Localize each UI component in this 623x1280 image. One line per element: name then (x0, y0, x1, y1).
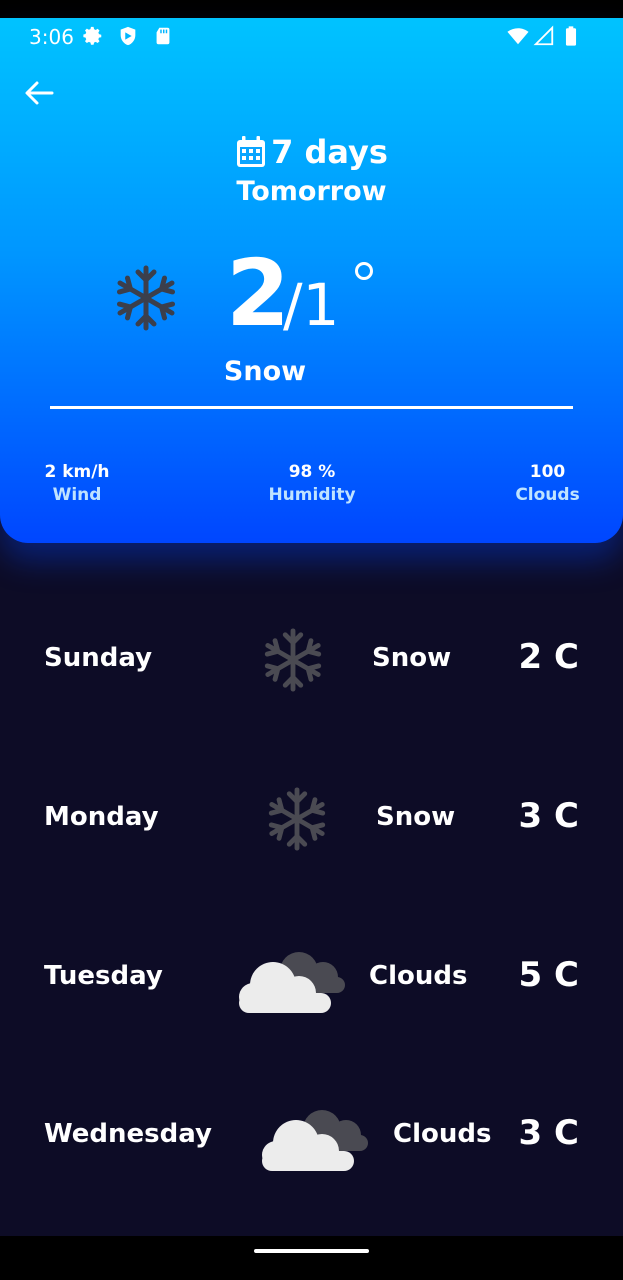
forecast-row-tuesday[interactable]: Tuesday Clouds 5 C (0, 939, 623, 1019)
forecast-row-monday[interactable]: Monday Snow 3 C (0, 780, 623, 860)
clouds-label: Clouds (515, 485, 580, 505)
status-bar: 3:06 (0, 18, 623, 58)
signal-icon (533, 25, 554, 46)
temperature-low: /1 (283, 271, 340, 339)
back-arrow-button[interactable] (22, 78, 56, 108)
forecast-temp: 3 C (518, 796, 579, 836)
humidity-label: Humidity (268, 485, 356, 505)
clouds-icon (239, 952, 345, 1013)
forecast-temp: 5 C (518, 955, 579, 995)
forecast-condition: Snow (372, 643, 452, 673)
divider (50, 406, 573, 409)
forecast-temp: 3 C (518, 1113, 579, 1153)
clouds-stat: 100 Clouds (505, 462, 590, 505)
wind-stat: 2 km/h Wind (28, 462, 126, 505)
home-indicator[interactable] (254, 1249, 369, 1253)
clouds-value: 100 (529, 462, 566, 482)
navigation-bar (0, 1236, 623, 1280)
battery-icon (565, 26, 577, 46)
degree-symbol (355, 262, 373, 280)
settings-icon (83, 26, 102, 45)
clouds-icon (262, 1110, 368, 1171)
forecast-temp: 2 C (518, 637, 579, 677)
forecast-condition: Clouds (393, 1119, 492, 1149)
forecast-condition: Clouds (369, 961, 468, 991)
shield-icon (120, 26, 136, 46)
wifi-icon (507, 28, 529, 45)
calendar-icon (237, 136, 266, 167)
snowflake-icon (264, 628, 322, 692)
current-condition: Snow (223, 356, 307, 387)
forecast-range-header: 7 days (0, 133, 623, 173)
forecast-day: Monday (44, 802, 159, 832)
forecast-day: Sunday (44, 643, 153, 673)
range-title: 7 days (271, 133, 388, 171)
system-top-edge (0, 0, 623, 18)
day-title: Tomorrow (236, 176, 387, 207)
forecast-row-wednesday[interactable]: Wednesday Clouds 3 C (0, 1097, 623, 1177)
status-time: 3:06 (29, 25, 74, 49)
forecast-condition: Snow (376, 802, 456, 832)
humidity-stat: 98 % Humidity (252, 462, 372, 505)
wind-label: Wind (52, 485, 102, 505)
forecast-row-sunday[interactable]: Sunday Snow 2 C (0, 621, 623, 701)
humidity-value: 98 % (288, 462, 336, 482)
snowflake-icon (268, 787, 326, 851)
temperature-high: 2 (226, 240, 291, 347)
forecast-day: Tuesday (44, 961, 163, 991)
sd-card-icon (156, 27, 170, 45)
forecast-day: Wednesday (44, 1119, 212, 1149)
snowflake-icon (112, 265, 180, 331)
wind-value: 2 km/h (44, 462, 110, 482)
